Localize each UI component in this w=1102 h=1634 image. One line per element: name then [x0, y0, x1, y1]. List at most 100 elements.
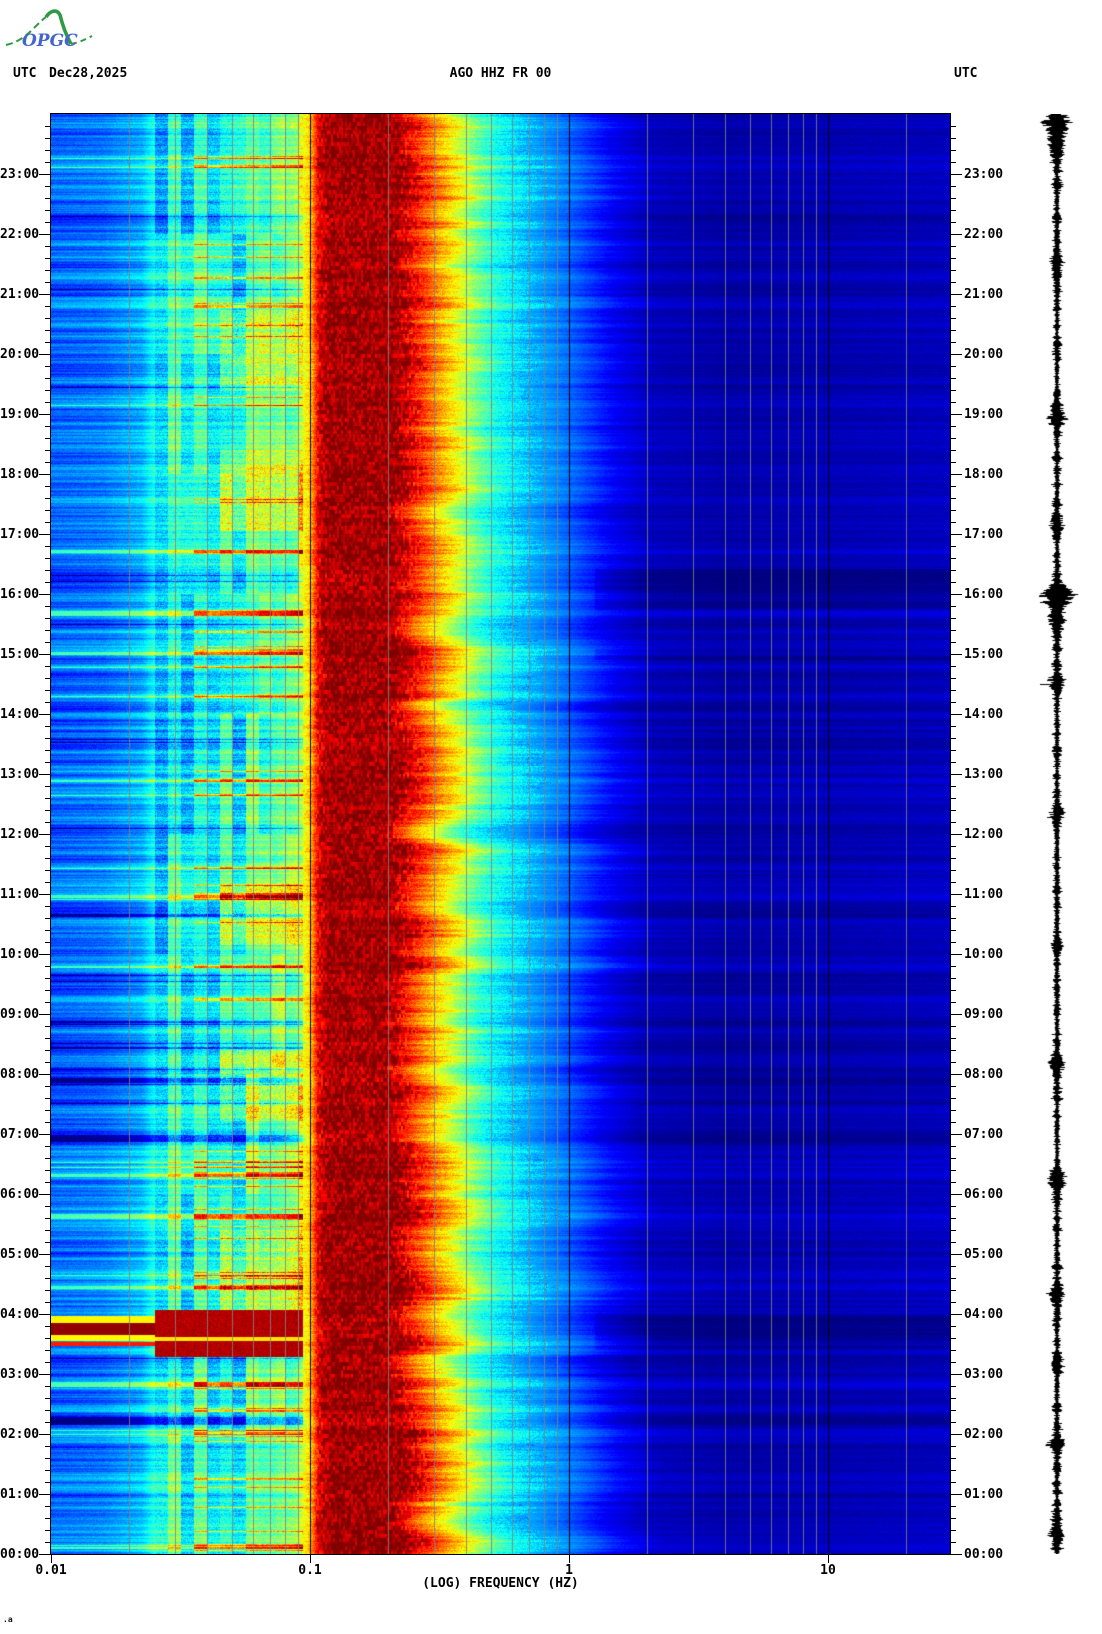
y-minor-tick-left: [45, 1170, 51, 1171]
time-label-right: 20:00: [964, 347, 1004, 362]
y-minor-tick-right: [950, 642, 956, 643]
time-label-left: 22:00: [0, 227, 40, 242]
time-label-left: 00:00: [0, 1547, 40, 1562]
y-minor-tick-left: [45, 486, 51, 487]
y-minor-tick-right: [950, 486, 956, 487]
time-label-left: 13:00: [0, 767, 40, 782]
time-label-right: 22:00: [964, 227, 1004, 242]
y-minor-tick-right: [950, 1242, 956, 1243]
y-minor-tick-right: [950, 1470, 956, 1471]
y-major-tick-left: [39, 654, 51, 655]
y-minor-tick-right: [950, 1170, 956, 1171]
y-minor-tick-left: [45, 1062, 51, 1063]
x-tick: [828, 1555, 829, 1563]
time-label-right: 23:00: [964, 167, 1004, 182]
y-minor-tick-left: [45, 1206, 51, 1207]
y-major-tick-right: [950, 474, 962, 475]
y-minor-tick-left: [45, 150, 51, 151]
time-label-left: 09:00: [0, 1007, 40, 1022]
time-label-right: 15:00: [964, 647, 1004, 662]
x-tick: [569, 1555, 570, 1563]
y-minor-tick-left: [45, 258, 51, 259]
y-major-tick-left: [39, 1314, 51, 1315]
y-minor-tick-right: [950, 558, 956, 559]
time-label-right: 13:00: [964, 767, 1004, 782]
y-minor-tick-left: [45, 318, 51, 319]
y-minor-tick-left: [45, 882, 51, 883]
y-minor-tick-left: [45, 1338, 51, 1339]
time-label-left: 04:00: [0, 1307, 40, 1322]
y-minor-tick-left: [45, 1026, 51, 1027]
y-minor-tick-right: [950, 498, 956, 499]
y-minor-tick-right: [950, 1458, 956, 1459]
y-major-tick-right: [950, 1554, 962, 1555]
y-major-tick-left: [39, 1434, 51, 1435]
y-minor-tick-right: [950, 258, 956, 259]
y-minor-tick-left: [45, 858, 51, 859]
y-major-tick-left: [39, 1074, 51, 1075]
time-label-right: 17:00: [964, 527, 1004, 542]
y-minor-tick-right: [950, 450, 956, 451]
y-minor-tick-right: [950, 882, 956, 883]
y-minor-tick-left: [45, 306, 51, 307]
y-minor-tick-left: [45, 1458, 51, 1459]
y-minor-tick-right: [950, 522, 956, 523]
y-minor-tick-left: [45, 570, 51, 571]
y-minor-tick-left: [45, 630, 51, 631]
y-minor-tick-right: [950, 750, 956, 751]
y-minor-tick-right: [950, 738, 956, 739]
y-minor-tick-left: [45, 1038, 51, 1039]
y-minor-tick-left: [45, 246, 51, 247]
time-label-right: 12:00: [964, 827, 1004, 842]
y-minor-tick-right: [950, 1182, 956, 1183]
y-minor-tick-right: [950, 726, 956, 727]
y-minor-tick-left: [45, 126, 51, 127]
y-minor-tick-left: [45, 222, 51, 223]
y-minor-tick-right: [950, 918, 956, 919]
y-minor-tick-right: [950, 1302, 956, 1303]
y-major-tick-left: [39, 774, 51, 775]
y-minor-tick-right: [950, 330, 956, 331]
y-major-tick-left: [39, 1554, 51, 1555]
y-minor-tick-right: [950, 702, 956, 703]
time-label-right: 10:00: [964, 947, 1004, 962]
y-minor-tick-left: [45, 1398, 51, 1399]
y-minor-tick-left: [45, 198, 51, 199]
utc-label-right: UTC: [954, 66, 978, 81]
y-minor-tick-right: [950, 1530, 956, 1531]
y-minor-tick-left: [45, 822, 51, 823]
y-minor-tick-right: [950, 1482, 956, 1483]
time-label-right: 00:00: [964, 1547, 1004, 1562]
y-major-tick-right: [950, 834, 962, 835]
time-label-right: 08:00: [964, 1067, 1004, 1082]
time-label-right: 18:00: [964, 467, 1004, 482]
y-minor-tick-right: [950, 426, 956, 427]
y-minor-tick-right: [950, 186, 956, 187]
y-minor-tick-left: [45, 498, 51, 499]
y-minor-tick-right: [950, 1422, 956, 1423]
y-minor-tick-right: [950, 582, 956, 583]
time-label-right: 19:00: [964, 407, 1004, 422]
y-minor-tick-left: [45, 1422, 51, 1423]
y-major-tick-right: [950, 714, 962, 715]
y-minor-tick-left: [45, 1482, 51, 1483]
y-minor-tick-left: [45, 1266, 51, 1267]
y-minor-tick-right: [950, 1266, 956, 1267]
y-minor-tick-left: [45, 1182, 51, 1183]
y-minor-tick-left: [45, 210, 51, 211]
y-minor-tick-right: [950, 162, 956, 163]
y-minor-tick-left: [45, 918, 51, 919]
y-minor-tick-right: [950, 846, 956, 847]
y-minor-tick-left: [45, 846, 51, 847]
y-minor-tick-left: [45, 1218, 51, 1219]
y-major-tick-right: [950, 1014, 962, 1015]
spectrogram-page: { "header": { "utc_left": "UTC", "date":…: [0, 0, 1102, 1634]
y-minor-tick-right: [950, 342, 956, 343]
y-minor-tick-right: [950, 1218, 956, 1219]
y-minor-tick-right: [950, 126, 956, 127]
time-label-left: 17:00: [0, 527, 40, 542]
y-minor-tick-right: [950, 366, 956, 367]
y-minor-tick-right: [950, 1038, 956, 1039]
y-major-tick-left: [39, 474, 51, 475]
time-label-right: 03:00: [964, 1367, 1004, 1382]
